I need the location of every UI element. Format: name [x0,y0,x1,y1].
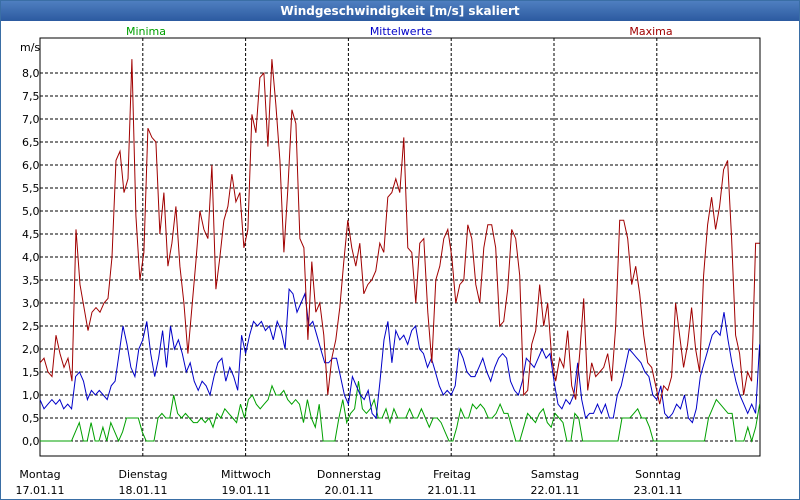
x-label-group: Sonntag 23.01.11 [634,468,683,497]
x-label-date: 18.01.11 [119,484,168,497]
x-axis-labels: Montag 17.01.11 Dienstag 18.01.11 Mittwoch 19… [16,468,683,497]
legend-entry-mittelwerte: Mittelwerte [370,25,433,38]
y-tick-label: 6,0 [22,159,40,172]
y-tick-label: 2,0 [22,343,40,356]
x-label-group: Samstag 22.01.11 [531,468,580,497]
x-label-group: Dienstag 18.01.11 [118,468,167,497]
legend-entry-maxima: Maxima [629,25,672,38]
x-label-day: Mittwoch [221,468,271,481]
x-label-day: Sonntag [635,468,681,481]
x-label-day: Dienstag [118,468,167,481]
y-tick-label: 4,5 [22,228,40,241]
y-tick-label: 5,5 [22,182,40,195]
y-tick-label: 0,5 [22,412,40,425]
x-label-group: Montag 17.01.11 [16,468,65,497]
y-tick-label: 5,0 [22,205,40,218]
x-label-day: Freitag [433,468,471,481]
x-label-day: Donnerstag [317,468,381,481]
y-tick-label: 3,5 [22,274,40,287]
y-tick-label: 6,5 [22,136,40,149]
y-tick-label: 7,0 [22,113,40,126]
y-tick-label: 3,0 [22,297,40,310]
y-tick-label: 0,0 [22,435,40,448]
x-label-date: 20.01.11 [325,484,374,497]
wind-speed-chart: 0,0 0,5 1,0 1,5 2,0 2,5 3,0 3,5 4,0 4,5 5,0 5,5 6,0 6… [16,25,761,497]
y-axis-label: m/s [20,41,40,54]
x-label-group: Freitag 21.01.11 [428,468,477,497]
y-tick-label: 7,5 [22,90,40,103]
y-axis-ticks: 0,0 0,5 1,0 1,5 2,0 2,5 3,0 3,5 4,0 4,5 5,0 5,5 6,0 6… [22,67,40,448]
x-label-group: Donnerstag 20.01.11 [317,468,381,497]
y-tick-label: 1,5 [22,366,40,379]
x-label-date: 19.01.11 [222,484,271,497]
x-label-date: 17.01.11 [16,484,65,497]
x-label-date: 22.01.11 [531,484,580,497]
x-label-group: Mittwoch 19.01.11 [221,468,271,497]
y-tick-label: 1,0 [22,389,40,402]
y-tick-label: 8,0 [22,67,40,80]
legend-entry-minima: Minima [126,25,166,38]
x-label-day: Samstag [531,468,579,481]
y-tick-label: 4,0 [22,251,40,264]
x-label-date: 21.01.11 [428,484,477,497]
y-tick-label: 2,5 [22,320,40,333]
x-label-day: Montag [19,468,60,481]
x-label-date: 23.01.11 [634,484,683,497]
